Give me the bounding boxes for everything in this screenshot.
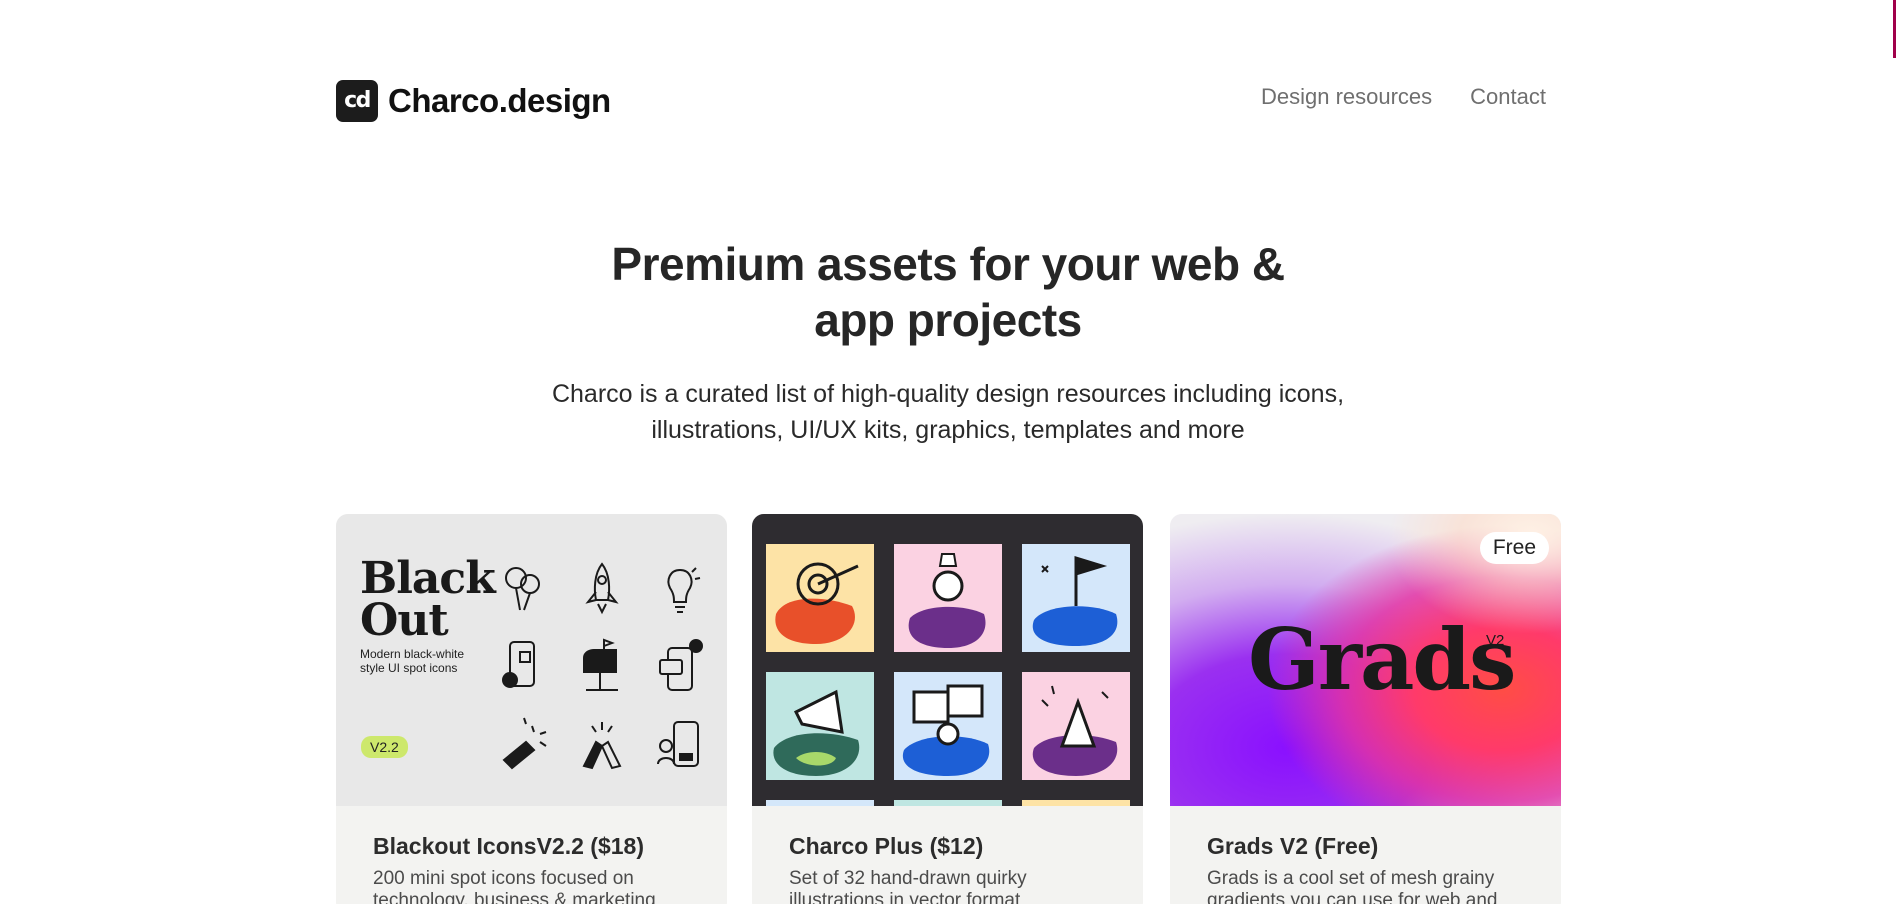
target-illustration bbox=[766, 544, 874, 652]
main-nav: Design resources Contact bbox=[1261, 84, 1546, 110]
card-title[interactable]: Grads V2 (Free) bbox=[1207, 833, 1524, 860]
phone-user-icon bbox=[657, 721, 699, 767]
blackout-tagline: Modern black-white style UI spot icons bbox=[360, 647, 465, 675]
hero-title-line1: Premium assets for your web & bbox=[611, 238, 1285, 290]
card-title[interactable]: Blackout IconsV2.2 ($18) bbox=[373, 833, 690, 860]
card-body: Grads V2 (Free) Grads is a cool set of m… bbox=[1170, 806, 1561, 904]
mailbox-icon bbox=[583, 638, 618, 691]
rocket-icon bbox=[585, 562, 619, 615]
card-grads-v2[interactable]: Grads V2 Free Grads V2 (Free) Grads is a… bbox=[1170, 514, 1561, 904]
hero-title-line2: app projects bbox=[814, 294, 1082, 346]
card-blackout-icons[interactable]: Black Out Modern black-white style UI sp… bbox=[336, 514, 727, 904]
card-description: 200 mini spot icons focused on technolog… bbox=[373, 868, 656, 904]
version-badge: V2.2 bbox=[361, 736, 408, 758]
party-hand-icon bbox=[502, 717, 547, 770]
free-badge: Free bbox=[1479, 532, 1549, 564]
blackout-heading-line2: Out bbox=[360, 595, 449, 646]
photos-illustration bbox=[894, 672, 1002, 780]
grads-wordmark: Grads bbox=[1248, 610, 1516, 709]
card-description: Grads is a cool set of mesh grainy gradi… bbox=[1207, 868, 1498, 904]
hero-subtitle-line2: illustrations, UI/UX kits, graphics, tem… bbox=[651, 416, 1245, 444]
phone-payment-icon bbox=[502, 641, 535, 688]
spot-icons-grid bbox=[496, 560, 706, 770]
nav-contact[interactable]: Contact bbox=[1470, 84, 1546, 110]
charco-plus-thumbnail bbox=[752, 514, 1143, 806]
page: cd Charco.design Design resources Contac… bbox=[0, 0, 1896, 904]
site-header: cd Charco.design Design resources Contac… bbox=[336, 78, 1546, 124]
nav-design-resources[interactable]: Design resources bbox=[1261, 84, 1432, 110]
megaphone-illustration bbox=[766, 672, 874, 780]
tile-partial bbox=[894, 800, 1002, 806]
card-description: Set of 32 hand-drawn quirky illustration… bbox=[789, 868, 1027, 904]
blackout-heading: Black Out bbox=[360, 557, 496, 643]
card-reader-icon bbox=[659, 639, 703, 691]
logo-link[interactable]: cd Charco.design bbox=[336, 80, 611, 122]
blackout-thumbnail: Black Out Modern black-white style UI sp… bbox=[336, 514, 727, 806]
card-charco-plus[interactable]: Charco Plus ($12) Set of 32 hand-drawn q… bbox=[752, 514, 1143, 904]
tile-partial bbox=[766, 800, 874, 806]
hero-subtitle-line1: Charco is a curated list of high-quality… bbox=[551, 380, 1345, 408]
high-five-icon bbox=[582, 722, 622, 770]
balloons-icon bbox=[505, 567, 540, 611]
grads-version: V2 bbox=[1486, 632, 1505, 649]
hero-subtitle: Charco is a curated list of high-quality… bbox=[498, 376, 1398, 448]
flag-illustration bbox=[1022, 544, 1130, 652]
tile-partial bbox=[1022, 800, 1130, 806]
logo-text: Charco.design bbox=[388, 82, 611, 119]
card-body: Charco Plus ($12) Set of 32 hand-drawn q… bbox=[752, 806, 1143, 904]
card-title[interactable]: Charco Plus ($12) bbox=[789, 833, 1106, 860]
logo-mark: cd bbox=[336, 80, 378, 122]
lightbulb-icon bbox=[667, 567, 701, 613]
thinker-illustration bbox=[894, 544, 1002, 652]
grads-thumbnail: Grads V2 Free bbox=[1170, 514, 1561, 806]
party-hat-illustration bbox=[1022, 672, 1130, 780]
card-body: Blackout IconsV2.2 ($18) 200 mini spot i… bbox=[336, 806, 727, 904]
hero-title: Premium assets for your web & app projec… bbox=[548, 236, 1348, 348]
